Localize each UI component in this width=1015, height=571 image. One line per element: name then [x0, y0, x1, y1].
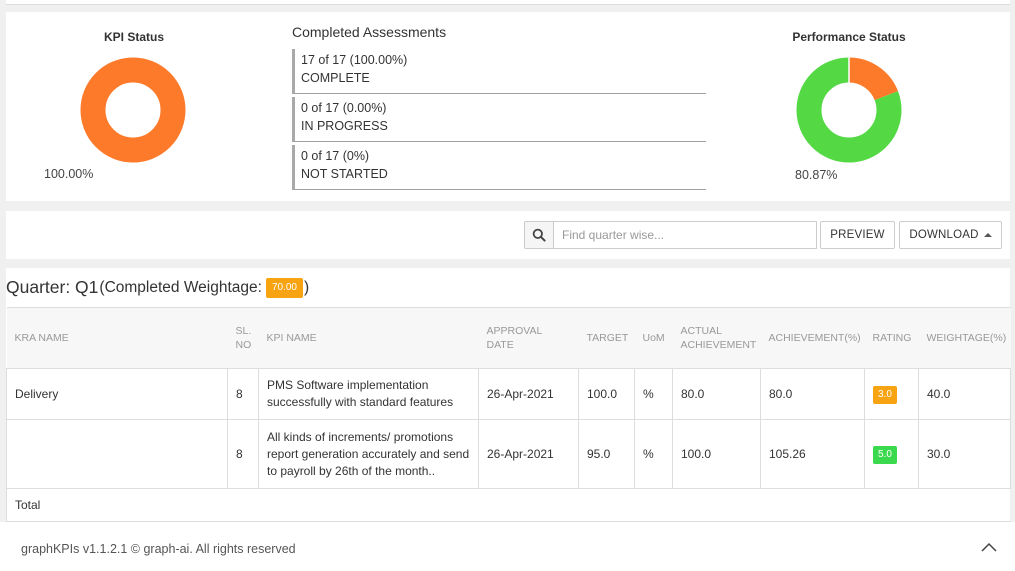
cell-rating: 5.0	[864, 419, 919, 489]
col-approval-date: APPROVAL DATE	[478, 307, 579, 369]
table-total-row: Total	[6, 488, 1011, 522]
quarter-heading: Quarter: Q1 (Completed Weightage: 70.00 …	[6, 277, 309, 298]
kpi-status-title: KPI Status	[103, 30, 164, 44]
cell-approval-date: 26-Apr-2021	[478, 419, 579, 489]
cell-sl-no: 8	[227, 368, 259, 420]
cell-weightage: 30.0	[918, 419, 1011, 489]
completed-assessments-title: Completed Assessments	[292, 24, 447, 40]
search-icon	[532, 228, 546, 242]
col-sl-no: SL. NO	[227, 307, 259, 369]
cell-sl-no: 8	[227, 419, 259, 489]
cell-approval-date: 26-Apr-2021	[478, 368, 579, 420]
cell-weightage: 40.0	[918, 368, 1011, 420]
cell-kra-name: Delivery	[6, 368, 228, 420]
col-target: TARGET	[578, 307, 635, 369]
download-label: DOWNLOAD	[909, 229, 979, 241]
assessment-not-started-status: NOT STARTED	[301, 167, 388, 181]
cell-uom: %	[634, 419, 673, 489]
table-row: 8 All kinds of increments/ promotions re…	[6, 419, 1011, 489]
col-actual-achievement: ACTUAL ACHIEVEMENT	[672, 307, 761, 369]
performance-status-percent: 80.87%	[795, 168, 838, 182]
cell-target: 100.0	[578, 368, 635, 420]
footer: graphKPIs v1.1.2.1 © graph-ai. All right…	[0, 522, 1015, 571]
col-weightage: WEIGHTAGE(%)	[918, 307, 1011, 369]
cell-achievement: 105.26	[760, 419, 865, 489]
table-header-row: KRA NAME SL. NO KPI NAME APPROVAL DATE T…	[6, 307, 1011, 369]
kpi-status-complete-segment	[80, 57, 186, 163]
completed-weightage-badge: 70.00	[265, 277, 303, 298]
col-kra-name: KRA NAME	[6, 307, 228, 369]
caret-up-icon	[983, 233, 992, 237]
cell-rating: 3.0	[864, 368, 919, 420]
quarter-search-input[interactable]	[553, 221, 817, 249]
assessment-not-started-count: 0 of 17 (0%)	[301, 149, 370, 163]
completed-weightage-label: (Completed Weightage:	[99, 278, 262, 296]
cell-uom: %	[634, 368, 673, 420]
assessment-complete: 17 of 17 (100.00%) COMPLETE	[292, 49, 706, 94]
col-kpi-name: KPI NAME	[258, 307, 479, 369]
search-button[interactable]	[524, 221, 554, 249]
col-uom: UoM	[634, 307, 673, 369]
completed-weightage-close: )	[304, 278, 310, 296]
cell-actual: 100.0	[672, 419, 761, 489]
kpi-table: KRA NAME SL. NO KPI NAME APPROVAL DATE T…	[6, 307, 1011, 522]
assessment-complete-count: 17 of 17 (100.00%)	[301, 53, 408, 67]
summary-panel: KPI Status 100.00% Completed Assessments…	[6, 12, 1010, 201]
assessment-in-progress-count: 0 of 17 (0.00%)	[301, 101, 387, 115]
preview-button[interactable]: PREVIEW	[820, 221, 895, 249]
quarter-label: Quarter: Q1	[6, 277, 99, 297]
cell-kra-name	[6, 419, 228, 489]
kpi-status-percent: 100.00%	[44, 167, 94, 181]
rating-badge: 3.0	[873, 385, 897, 404]
cell-actual: 80.0	[672, 368, 761, 420]
cell-kpi-name: All kinds of increments/ promotions repo…	[258, 419, 479, 489]
col-achievement-pct: ACHIEVEMENT(%)	[760, 307, 865, 369]
chevron-up-icon[interactable]	[981, 542, 997, 552]
assessment-in-progress-status: IN PROGRESS	[301, 119, 388, 133]
assessment-in-progress: 0 of 17 (0.00%) IN PROGRESS	[292, 97, 706, 142]
quarter-section: Quarter: Q1 (Completed Weightage: 70.00 …	[6, 268, 1011, 522]
top-bar	[6, 0, 1010, 5]
kpi-status-donut-chart	[80, 57, 186, 163]
assessment-complete-status: COMPLETE	[301, 71, 370, 85]
total-label: Total	[6, 488, 1011, 522]
performance-status-title: Performance Status	[792, 30, 906, 44]
performance-status-donut-chart	[796, 57, 902, 163]
assessment-not-started: 0 of 17 (0%) NOT STARTED	[292, 145, 706, 190]
download-dropdown-button[interactable]: DOWNLOAD	[899, 221, 1002, 249]
footer-copyright: graphKPIs v1.1.2.1 © graph-ai. All right…	[21, 542, 296, 556]
search-toolbar: PREVIEW DOWNLOAD	[6, 211, 1010, 259]
cell-kpi-name: PMS Software implementation successfully…	[258, 368, 479, 420]
cell-target: 95.0	[578, 419, 635, 489]
col-rating: RATING	[864, 307, 919, 369]
table-row: Delivery 8 PMS Software implementation s…	[6, 368, 1011, 420]
rating-badge: 5.0	[873, 445, 897, 464]
cell-achievement: 80.0	[760, 368, 865, 420]
